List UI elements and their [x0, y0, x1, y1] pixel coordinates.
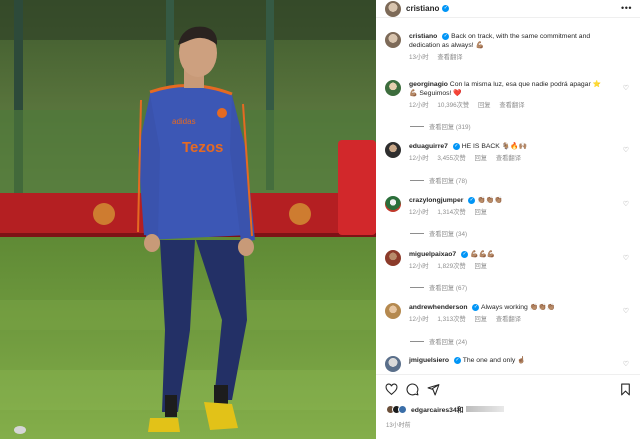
comment-like-heart-icon[interactable]: ♡ [623, 254, 629, 262]
comment-translate-link[interactable]: 查看翻译 [496, 316, 521, 323]
reply-line [410, 180, 424, 181]
comment-item: jmiguelsiero ✓ The one and only ☝🏽 ♡ [385, 356, 635, 372]
caption-time: 13小时 [409, 54, 429, 61]
comment-username[interactable]: jmiguelsiero [409, 357, 449, 364]
verified-badge-icon: ✓ [442, 32, 450, 40]
post-action-bar [376, 374, 640, 404]
comment-username[interactable]: andrewhenderson [409, 304, 468, 311]
share-icon[interactable] [427, 383, 440, 396]
comment-time: 12小时 [409, 102, 429, 109]
post-header: cristiano ✓ ••• [376, 0, 640, 18]
comment-translate-link[interactable]: 查看翻译 [496, 155, 521, 162]
author-avatar[interactable] [385, 0, 401, 17]
reply-line [410, 341, 424, 342]
caption-translate-link[interactable]: 查看翻译 [437, 54, 462, 61]
comment-item: crazylongjumper ✓ 👏🏽👏🏽👏🏽 12小时 1,314次赞 回复… [385, 196, 635, 217]
comment-time: 12小时 [409, 316, 429, 323]
comment-reply-link[interactable]: 回复 [474, 155, 487, 162]
more-horizontal-icon[interactable]: ••• [621, 3, 632, 13]
verified-badge-icon: ✓ [452, 142, 460, 150]
comment-time: 12小时 [409, 263, 429, 270]
liked-by-line[interactable]: edgarcaires34和 [386, 404, 504, 414]
comment-item: andrewhenderson ✓ Always working 👏🏽👏🏽👏🏽 … [385, 303, 635, 324]
verified-badge-icon: ✓ [453, 356, 461, 364]
jersey-sponsor-text: Tezos [182, 139, 223, 156]
post-timestamp: 13小时前 [386, 423, 411, 429]
comment-item: georginagio Con la misma luz, esa que na… [385, 80, 635, 110]
comment-username[interactable]: georginagio [409, 81, 448, 88]
comment-text: HE IS BACK 🐐🔥🙌🏽 [461, 143, 528, 150]
training-photo-illustration: Tezos adidas [0, 0, 376, 439]
comment-like-heart-icon[interactable]: ♡ [623, 360, 629, 368]
comment-reply-link[interactable]: 回复 [474, 209, 487, 216]
bookmark-icon[interactable] [619, 383, 632, 396]
comment-avatar[interactable] [385, 142, 401, 158]
comment-time: 12小时 [409, 155, 429, 162]
comment-item: eduaguirre7 ✓ HE IS BACK 🐐🔥🙌🏽 12小时 3,455… [385, 142, 635, 163]
svg-text:adidas: adidas [172, 117, 196, 126]
comment-like-heart-icon[interactable]: ♡ [623, 146, 629, 154]
view-replies-link[interactable]: 查看回复 (78) [410, 176, 467, 185]
comment-translate-link[interactable]: 查看翻译 [499, 102, 524, 109]
heart-icon[interactable] [385, 383, 398, 396]
post-caption: cristiano ✓ Back on track, with the same… [385, 32, 625, 62]
comment-avatar[interactable] [385, 250, 401, 266]
comment-reply-link[interactable]: 回复 [474, 263, 487, 270]
verified-badge-icon: ✓ [461, 250, 469, 258]
comment-likes[interactable]: 10,396次赞 [437, 102, 469, 109]
comment-avatar[interactable] [385, 303, 401, 319]
comment-text: 💪🏽💪🏽💪🏽 [470, 251, 496, 258]
view-replies-link[interactable]: 查看回复 (67) [410, 283, 467, 292]
verified-badge-icon: ✓ [468, 196, 476, 204]
comment-item: miguelpaixao7 ✓ 💪🏽💪🏽💪🏽 12小时 1,829次赞 回复 ♡ [385, 250, 635, 271]
comment-reply-link[interactable]: 回复 [478, 102, 491, 109]
comment-username[interactable]: eduaguirre7 [409, 143, 448, 150]
comment-text: 👏🏽👏🏽👏🏽 [477, 197, 503, 204]
comment-likes[interactable]: 1,313次赞 [437, 316, 465, 323]
comment-text: The one and only ☝🏽 [462, 357, 526, 364]
verified-badge-icon: ✓ [442, 5, 450, 12]
comment-likes[interactable]: 3,455次赞 [437, 155, 465, 162]
liked-by-text[interactable]: edgarcaires34和 [411, 404, 464, 414]
caption-avatar[interactable] [385, 32, 401, 48]
caption-text: Back on track, with the same commitment … [409, 33, 591, 49]
comment-time: 12小时 [409, 209, 429, 216]
comment-like-heart-icon[interactable]: ♡ [623, 84, 629, 92]
comment-like-heart-icon[interactable]: ♡ [623, 307, 629, 315]
reply-line [410, 126, 424, 127]
comment-avatar[interactable] [385, 356, 401, 372]
comment-avatar[interactable] [385, 80, 401, 96]
comment-text: Always working 👏🏽👏🏽👏🏽 [480, 304, 556, 311]
comment-icon[interactable] [406, 383, 419, 396]
view-replies-link[interactable]: 查看回复 (34) [410, 229, 467, 238]
author-username[interactable]: cristiano [406, 4, 439, 13]
view-replies-link[interactable]: 查看回复 (24) [410, 337, 467, 346]
view-replies-link[interactable]: 查看回复 (319) [410, 122, 471, 131]
comment-username[interactable]: crazylongjumper [409, 197, 463, 204]
comment-like-heart-icon[interactable]: ♡ [623, 200, 629, 208]
post-photo[interactable]: Tezos adidas [0, 0, 376, 439]
verified-badge-icon: ✓ [472, 303, 480, 311]
comment-username[interactable]: miguelpaixao7 [409, 251, 456, 258]
comment-likes[interactable]: 1,829次赞 [437, 263, 465, 270]
blurred-likes-count [465, 406, 504, 412]
reply-line [410, 233, 424, 234]
reply-line [410, 287, 424, 288]
post-details-panel: cristiano ✓ ••• cristiano ✓ Back on trac… [376, 0, 640, 439]
liker-avatar [398, 404, 407, 414]
comment-likes[interactable]: 1,314次赞 [437, 209, 465, 216]
comment-avatar[interactable] [385, 196, 401, 212]
caption-username[interactable]: cristiano [409, 33, 437, 40]
comment-reply-link[interactable]: 回复 [474, 316, 487, 323]
